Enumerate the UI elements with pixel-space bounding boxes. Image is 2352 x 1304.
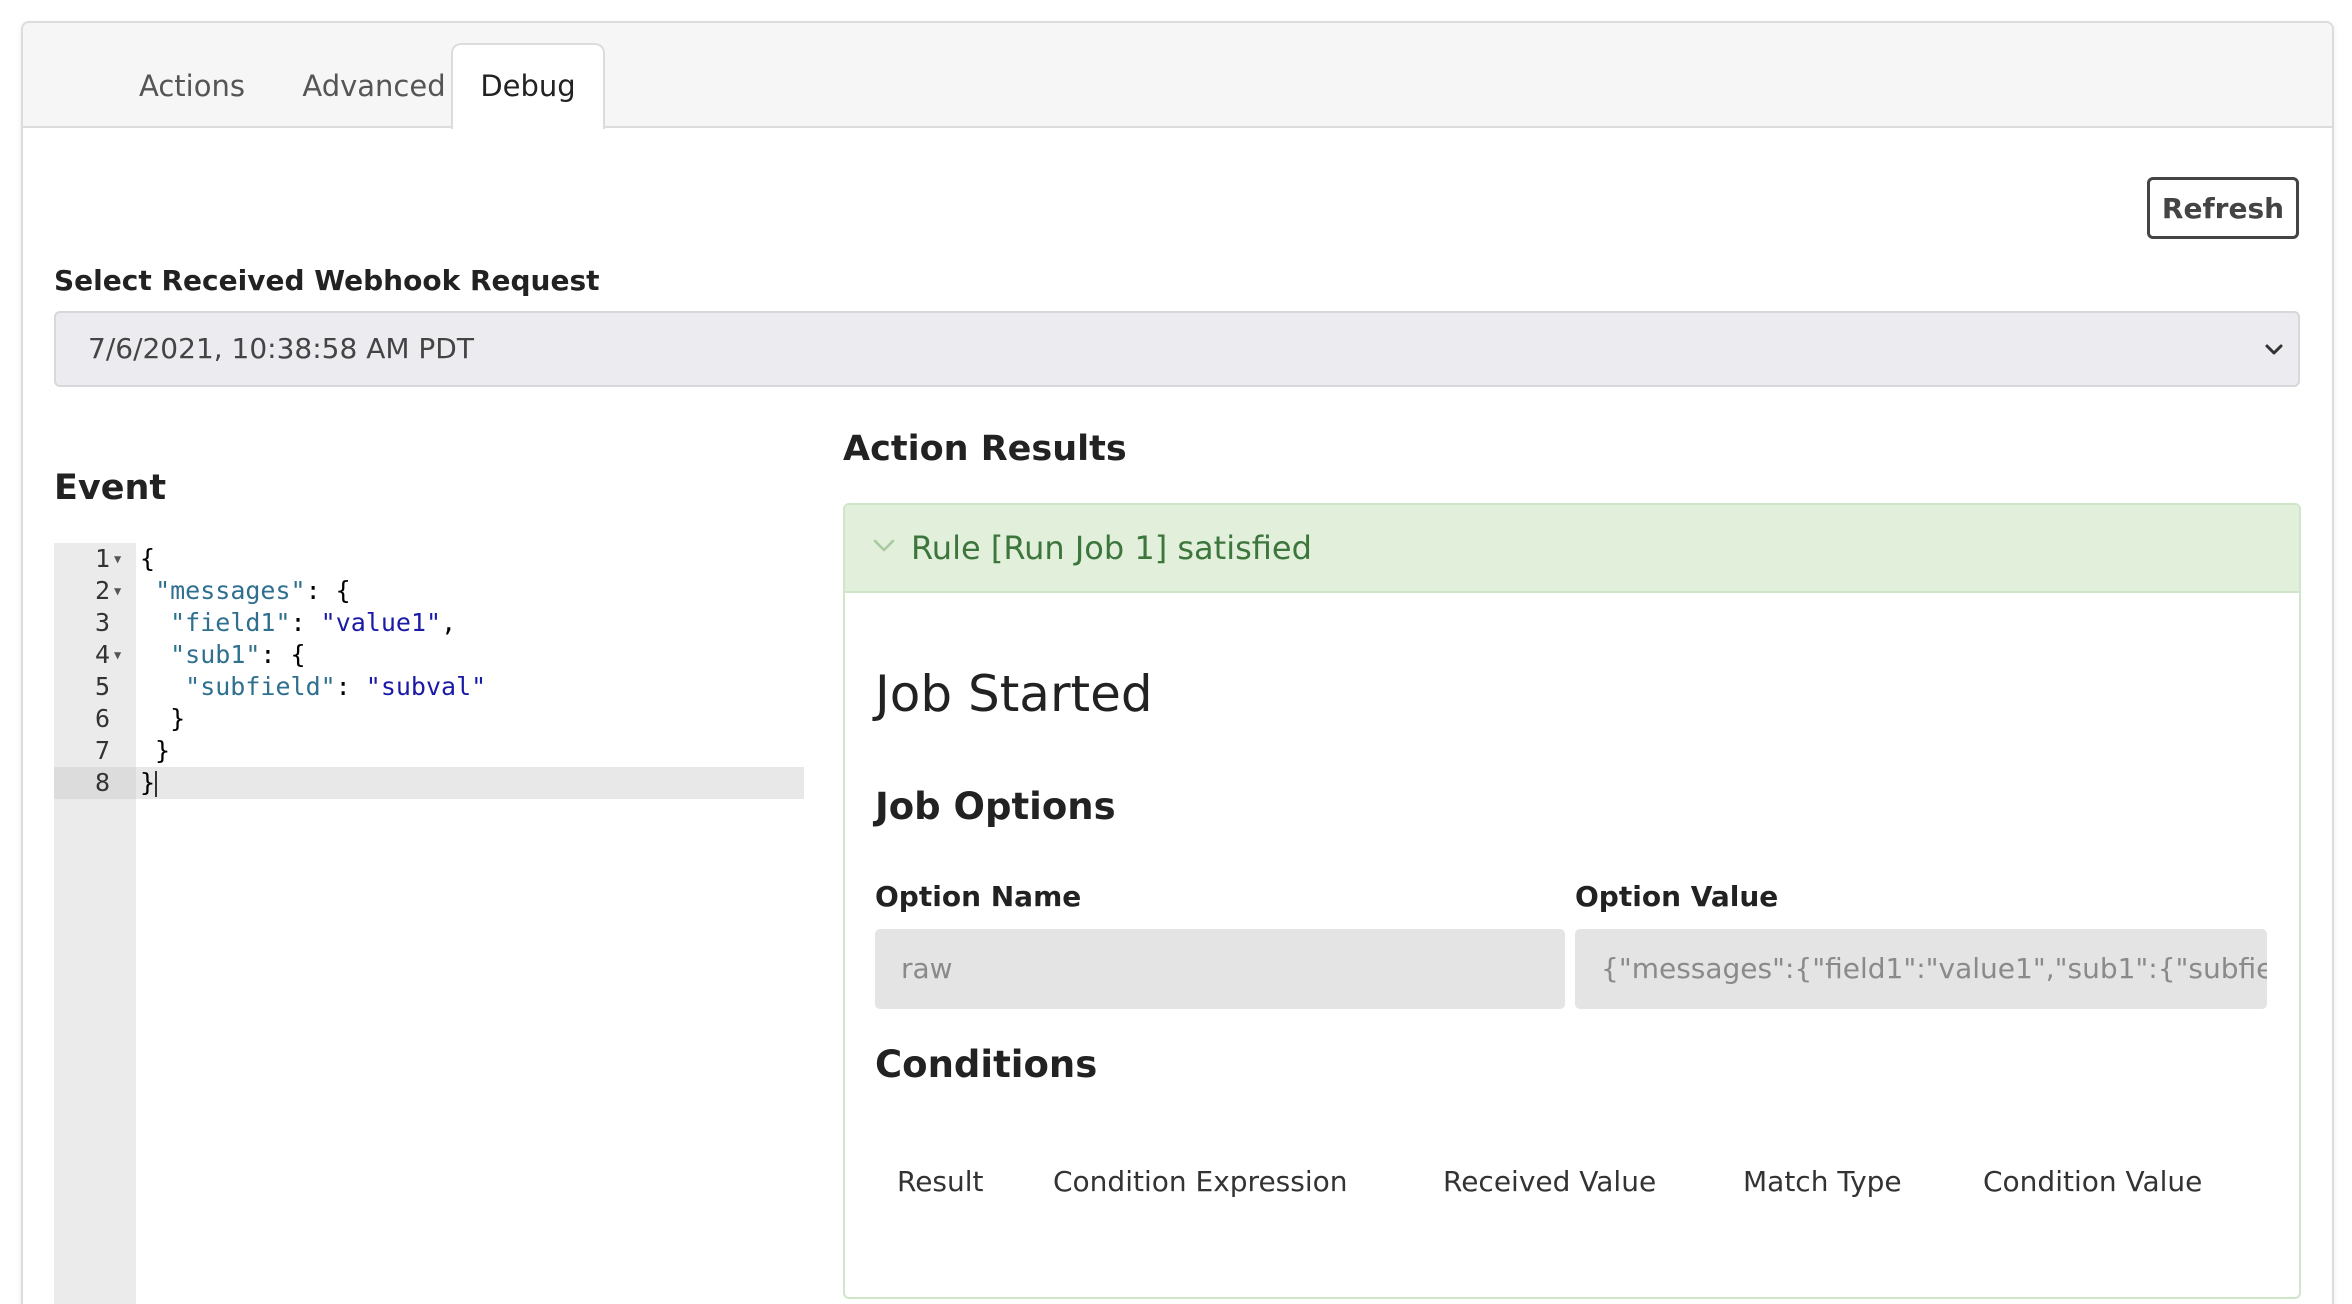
fold-arrow-icon[interactable]: ▼	[114, 639, 128, 671]
code-line: 3 "field1": "value1",	[54, 607, 804, 639]
line-number: 6	[94, 704, 110, 733]
code-line: 5 "subfield": "subval"	[54, 671, 804, 703]
line-number: 1 ▼	[54, 543, 136, 575]
line-number: 5	[94, 672, 110, 701]
debug-card: Actions Advanced Debug Refresh Select Re…	[21, 21, 2334, 1304]
tab-actions[interactable]: Actions	[121, 45, 263, 127]
option-value-field: {"messages":{"field1":"value1","sub1":{"…	[1575, 929, 2267, 1009]
event-title: Event	[54, 468, 167, 508]
conditions-column-condition-value: Condition Value	[1983, 1165, 2203, 1198]
conditions-heading: Conditions	[875, 1043, 1098, 1086]
webhook-select-value: 7/6/2021, 10:38:58 AM PDT	[88, 332, 474, 365]
action-results-title: Action Results	[843, 429, 1127, 469]
webhook-select-label: Select Received Webhook Request	[54, 264, 600, 297]
tab-advanced[interactable]: Advanced	[285, 45, 463, 127]
option-name-field: raw	[875, 929, 1565, 1009]
option-value-label: Option Value	[1575, 880, 1779, 913]
chevron-down-icon	[2265, 344, 2283, 355]
text-cursor	[155, 771, 158, 797]
code-line: 4 ▼ "sub1": {	[54, 639, 804, 671]
line-number: 4 ▼	[54, 639, 136, 671]
line-number: 8	[54, 767, 136, 799]
tab-debug[interactable]: Debug	[451, 43, 605, 129]
conditions-column-match-type: Match Type	[1743, 1165, 1902, 1198]
fold-arrow-icon[interactable]: ▼	[114, 543, 128, 575]
rule-result-panel: Rule [Run Job 1] satisfied Job Started J…	[843, 503, 2301, 1299]
option-name-label: Option Name	[875, 880, 1082, 913]
job-options-heading: Job Options	[875, 785, 1116, 828]
conditions-column-received-value: Received Value	[1443, 1165, 1657, 1198]
event-json-editor[interactable]: 1 ▼ { 2 ▼ "messages": { 3 "field1": "value…	[54, 543, 804, 1304]
line-number: 3	[94, 608, 110, 637]
app-root: Actions Advanced Debug Refresh Select Re…	[0, 0, 2352, 1304]
chevron-down-icon	[873, 539, 895, 552]
job-status-heading: Job Started	[875, 665, 1153, 723]
rule-result-text: Rule [Run Job 1] satisfied	[911, 529, 1312, 567]
fold-arrow-icon[interactable]: ▼	[114, 575, 128, 607]
conditions-column-expression: Condition Expression	[1053, 1165, 1348, 1198]
code-line: 1 ▼ {	[54, 543, 804, 575]
rule-result-header[interactable]: Rule [Run Job 1] satisfied	[845, 505, 2299, 593]
line-number: 7	[94, 736, 110, 765]
code-line: 6 }	[54, 703, 804, 735]
code-line: 2 ▼ "messages": {	[54, 575, 804, 607]
code-line: 7 }	[54, 735, 804, 767]
code-line-active: 8 }	[54, 767, 804, 799]
conditions-column-result: Result	[897, 1165, 984, 1198]
refresh-button[interactable]: Refresh	[2147, 177, 2299, 239]
webhook-request-select[interactable]: 7/6/2021, 10:38:58 AM PDT	[54, 311, 2300, 387]
line-number: 2 ▼	[54, 575, 136, 607]
tab-bar: Actions Advanced Debug	[23, 23, 2332, 129]
